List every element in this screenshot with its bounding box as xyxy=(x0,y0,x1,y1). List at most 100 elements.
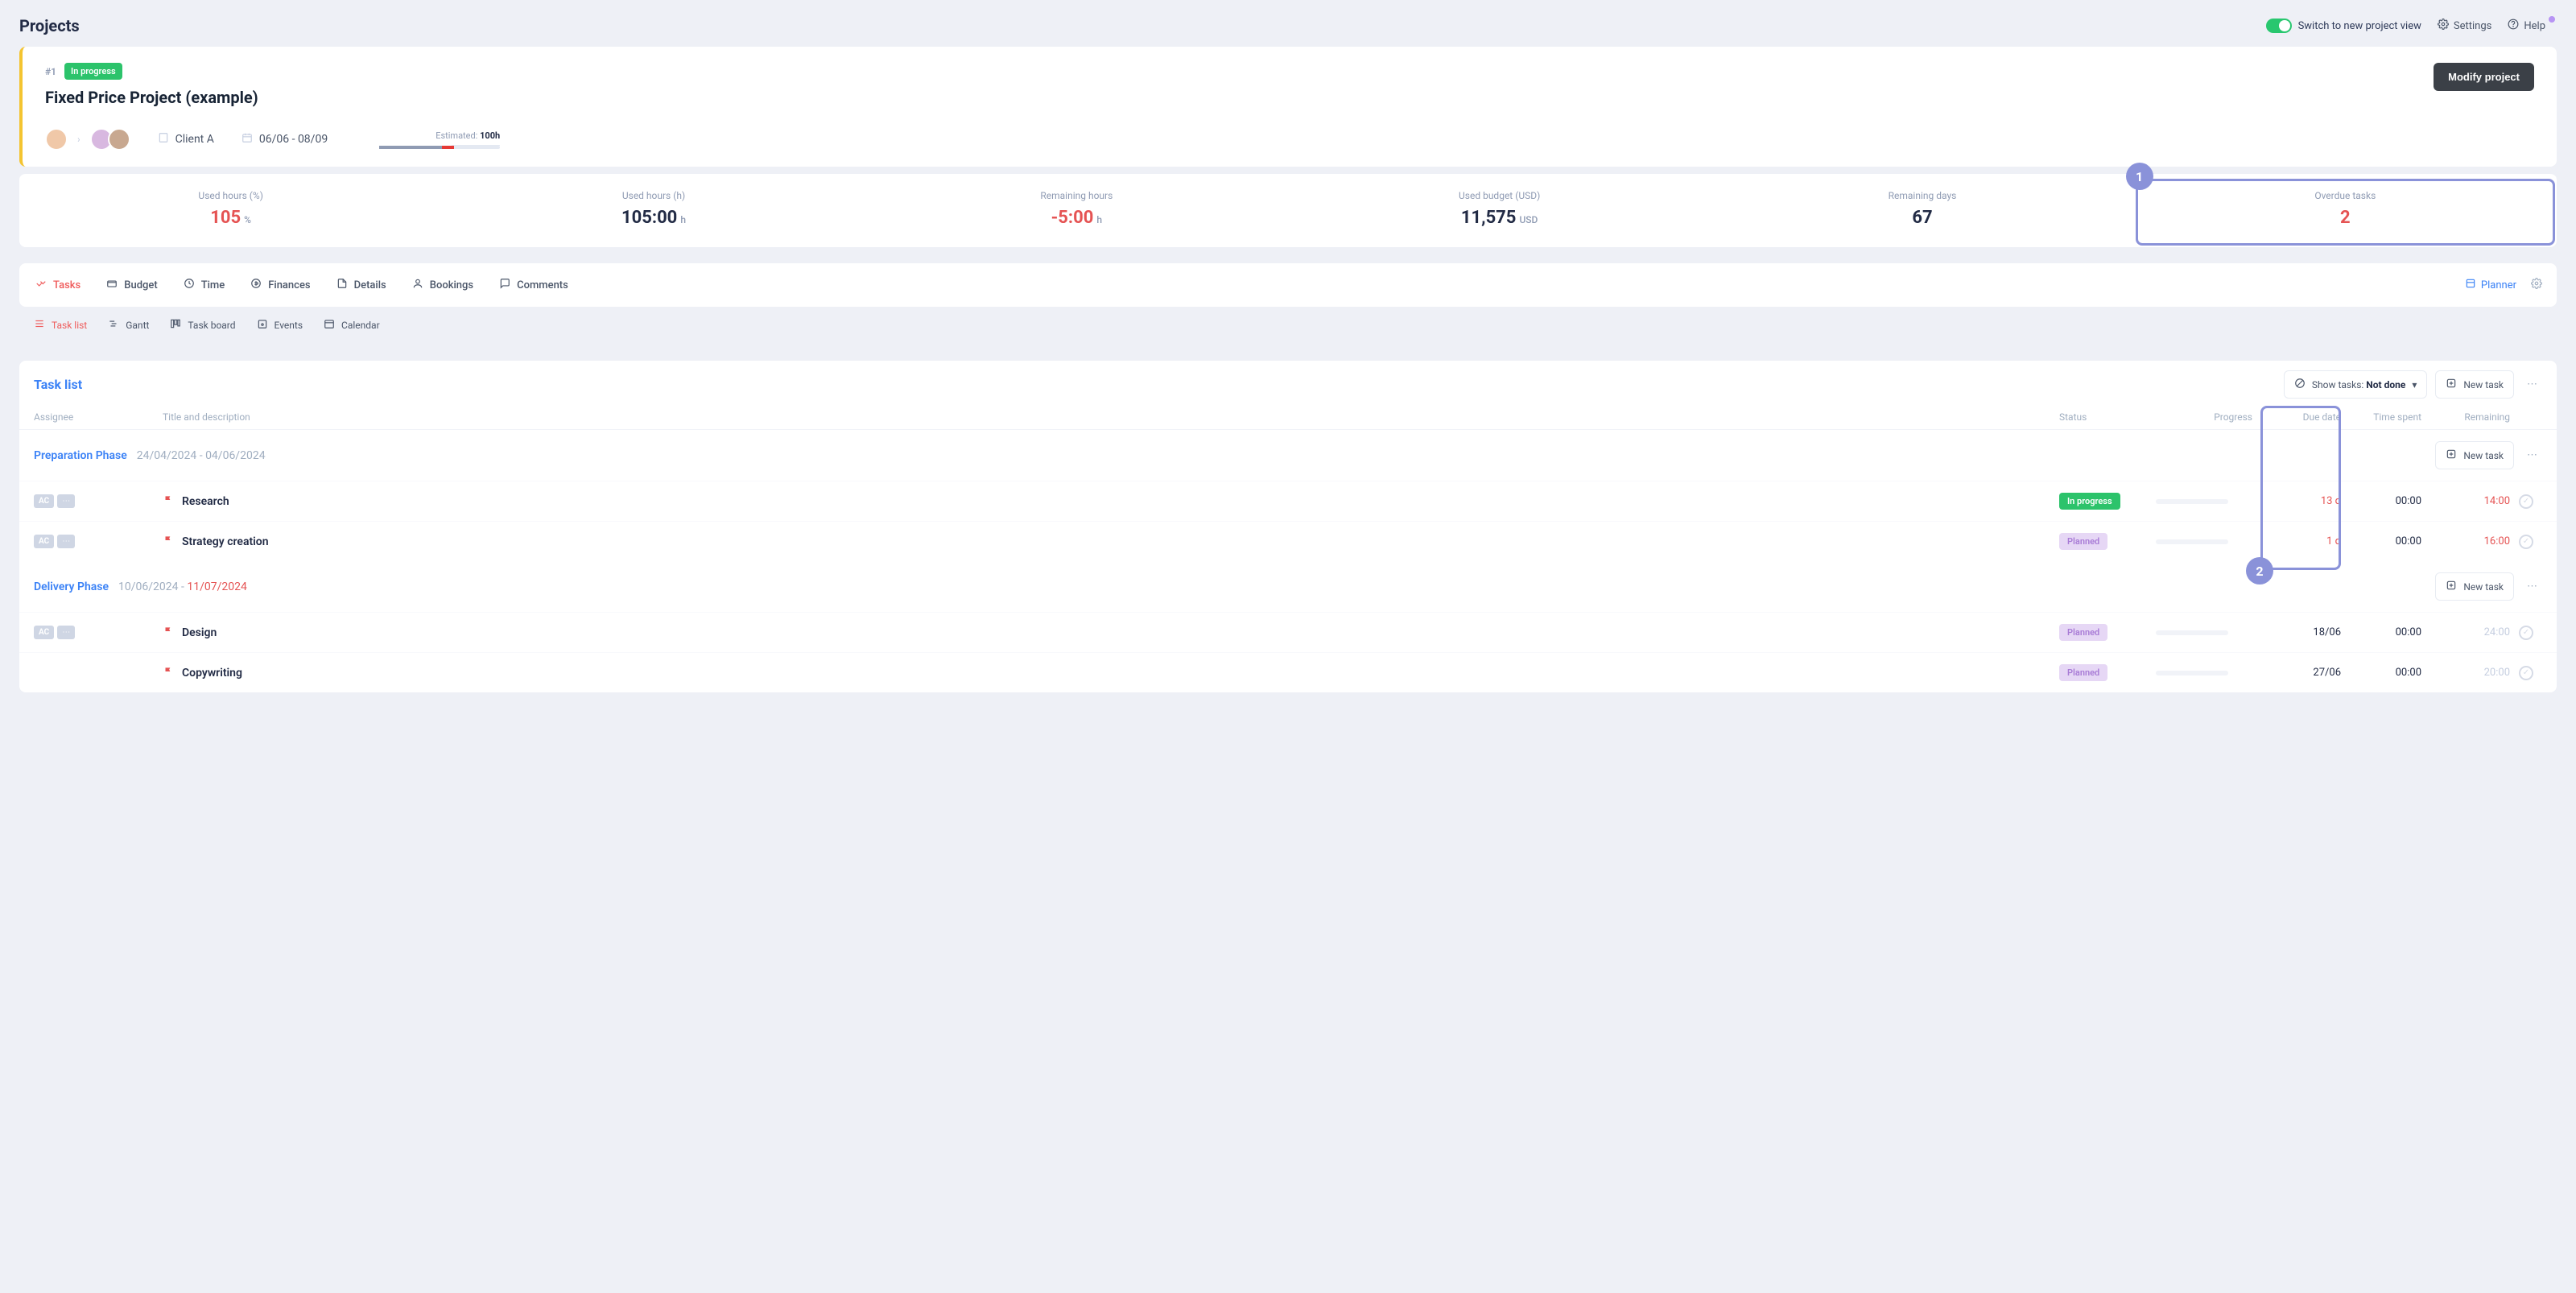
task-row[interactable]: Copywriting Planned 27/06 00:00 20:00 ✓ xyxy=(19,652,2557,692)
board-icon xyxy=(170,318,181,332)
help-link[interactable]: Help xyxy=(2508,19,2557,33)
project-title: Fixed Price Project (example) xyxy=(45,88,258,107)
user-icon xyxy=(412,278,423,292)
project-header-card: #1 In progress Fixed Price Project (exam… xyxy=(19,47,2557,167)
more-button[interactable]: ⋯ xyxy=(2522,444,2542,466)
comment-icon xyxy=(499,278,510,292)
flag-icon xyxy=(163,494,174,509)
gear-icon xyxy=(2438,19,2449,33)
subtab-calendar[interactable]: Calendar xyxy=(324,318,380,332)
mark-done-button[interactable]: ✓ xyxy=(2510,626,2542,640)
mark-done-button[interactable]: ✓ xyxy=(2510,666,2542,680)
switch-view-toggle[interactable]: Switch to new project view xyxy=(2266,19,2421,33)
phase-row[interactable]: Delivery Phase 10/06/2024 - 11/07/2024 N… xyxy=(19,561,2557,612)
subtab-task-board[interactable]: Task board xyxy=(170,318,235,332)
plus-icon xyxy=(2446,580,2457,593)
tab-bookings[interactable]: Bookings xyxy=(411,263,475,307)
modify-project-button[interactable]: Modify project xyxy=(2434,63,2534,91)
assignee-cell[interactable]: AC ⋯ xyxy=(34,626,163,639)
chevron-right-icon: › xyxy=(77,134,80,145)
progress-bar xyxy=(2156,630,2252,635)
phase-row[interactable]: Preparation Phase 24/04/2024 - 04/06/202… xyxy=(19,430,2557,481)
avatar xyxy=(45,128,68,151)
task-columns-header: Assignee Title and description Status Pr… xyxy=(19,405,2557,430)
clock-icon xyxy=(184,278,195,292)
progress-bar xyxy=(2156,499,2252,504)
more-button[interactable]: ⋯ xyxy=(2522,576,2542,597)
progress-bar xyxy=(379,146,500,149)
task-list-panel: Task list Show tasks: Not done ▾ New tas… xyxy=(19,361,2557,692)
flag-icon xyxy=(163,666,174,680)
slash-circle-icon xyxy=(2294,378,2306,391)
notification-dot-icon xyxy=(2549,16,2555,23)
new-task-button[interactable]: New task xyxy=(2435,370,2514,399)
tab-time[interactable]: Time xyxy=(182,263,227,307)
task-row[interactable]: AC ⋯ Research In progress 13 d 00:00 14:… xyxy=(19,481,2557,521)
settings-link[interactable]: Settings xyxy=(2438,19,2491,33)
gantt-icon xyxy=(108,318,119,332)
flag-icon xyxy=(163,626,174,640)
main-tabs: Tasks Budget Time Finances Details Booki… xyxy=(19,263,2557,307)
stat-item: Used budget (USD) 11,575USD xyxy=(1288,174,1711,247)
tab-budget[interactable]: Budget xyxy=(105,263,159,307)
assignee-cell[interactable]: AC ⋯ xyxy=(34,535,163,548)
file-icon xyxy=(336,278,348,292)
stat-item: Used hours (h) 105:00h xyxy=(442,174,865,247)
help-icon xyxy=(2508,19,2519,33)
estimated-hours: Estimated: 100h xyxy=(379,130,500,149)
progress-bar xyxy=(2156,539,2252,544)
more-assignees-icon: ⋯ xyxy=(57,494,75,508)
calendar-icon xyxy=(242,132,253,147)
callout-number: 2 xyxy=(2246,557,2273,585)
tab-tasks[interactable]: Tasks xyxy=(34,263,82,307)
planner-icon xyxy=(2465,278,2476,292)
sub-tabs: Task list Gantt Task board Events Calend… xyxy=(19,307,2557,343)
tab-finances[interactable]: Finances xyxy=(249,263,312,307)
subtab-gantt[interactable]: Gantt xyxy=(108,318,149,332)
subtab-task-list[interactable]: Task list xyxy=(34,318,87,332)
stat-item: Overdue tasks 2 1 xyxy=(2134,174,2557,247)
plus-icon xyxy=(2446,378,2457,391)
building-icon xyxy=(158,132,169,147)
new-task-button[interactable]: New task xyxy=(2435,572,2514,601)
task-row[interactable]: AC ⋯ Strategy creation Planned 1 d 00:00… xyxy=(19,521,2557,561)
assignee-cell[interactable]: AC ⋯ xyxy=(34,494,163,508)
flag-icon xyxy=(163,535,174,549)
project-members[interactable]: › xyxy=(45,128,130,151)
stat-item: Used hours (%) 105% xyxy=(19,174,442,247)
toggle-on-icon xyxy=(2266,19,2292,33)
new-task-button[interactable]: New task xyxy=(2435,441,2514,469)
client-name[interactable]: Client A xyxy=(158,132,214,147)
plus-icon xyxy=(2446,448,2457,462)
calendar-icon xyxy=(324,318,335,332)
project-id: #1 xyxy=(45,66,56,77)
chevron-down-icon: ▾ xyxy=(2412,379,2417,390)
stat-item: Remaining hours -5:00h xyxy=(865,174,1288,247)
status-badge: In progress xyxy=(64,63,122,80)
page-title: Projects xyxy=(19,16,80,35)
check-icon xyxy=(35,278,47,292)
stat-item: Remaining days 67 xyxy=(1711,174,2133,247)
task-list-title: Task list xyxy=(34,377,82,392)
subtab-events[interactable]: Events xyxy=(257,318,303,332)
more-assignees-icon: ⋯ xyxy=(57,626,75,639)
mark-done-button[interactable]: ✓ xyxy=(2510,494,2542,509)
tab-settings-button[interactable] xyxy=(2531,278,2542,292)
more-assignees-icon: ⋯ xyxy=(57,535,75,548)
wallet-icon xyxy=(106,278,118,292)
project-dates[interactable]: 06/06 - 08/09 xyxy=(242,132,328,147)
filter-tasks-dropdown[interactable]: Show tasks: Not done ▾ xyxy=(2284,370,2427,399)
mark-done-button[interactable]: ✓ xyxy=(2510,535,2542,549)
topbar: Projects Switch to new project view Sett… xyxy=(19,10,2557,47)
more-button[interactable]: ⋯ xyxy=(2522,374,2542,395)
tab-details[interactable]: Details xyxy=(335,263,388,307)
progress-bar xyxy=(2156,671,2252,675)
tab-comments[interactable]: Comments xyxy=(497,263,570,307)
money-icon xyxy=(250,278,262,292)
callout-number: 1 xyxy=(2126,163,2153,190)
stats-row: Used hours (%) 105% Used hours (h) 105:0… xyxy=(19,173,2557,247)
planner-link[interactable]: Planner xyxy=(2465,278,2516,292)
avatar xyxy=(108,128,130,151)
list-icon xyxy=(34,318,45,332)
task-row[interactable]: AC ⋯ Design Planned 18/06 00:00 24:00 ✓ xyxy=(19,612,2557,652)
